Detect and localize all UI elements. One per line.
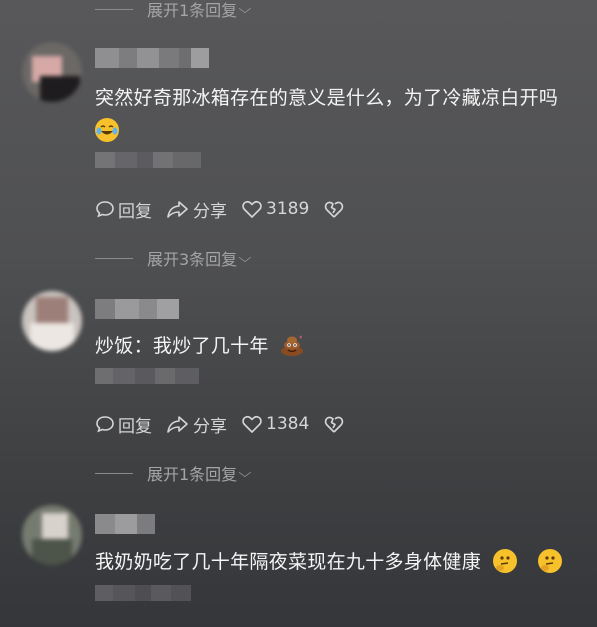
chevron-down-icon: ⌵ (238, 1, 252, 17)
heart-icon (242, 416, 262, 433)
heart-icon (242, 201, 262, 218)
chevron-down-icon: ⌵ (238, 465, 252, 481)
reply-label: 回复 (118, 201, 152, 222)
comment-text: 突然好奇那冰箱存在的意义是什么，为了冷藏凉白开吗 (95, 87, 559, 109)
comment-text: 我奶奶吃了几十年隔夜菜现在九十多身体健康 (95, 549, 562, 574)
username-blurred[interactable] (95, 48, 209, 68)
broken-heart-icon (325, 201, 344, 218)
expand-replies-button[interactable]: 展开1条回复 ⌵ (95, 462, 252, 484)
reply-button[interactable]: 回复 (95, 412, 152, 437)
expand-replies-top[interactable]: 展开1条回复 ⌵ (95, 0, 252, 20)
like-count: 3189 (266, 199, 310, 219)
expand-replies-label: 展开1条回复 (147, 1, 238, 20)
divider-line (95, 257, 133, 259)
divider-line (95, 472, 133, 474)
divider-line (95, 8, 133, 10)
share-label: 分享 (193, 416, 227, 437)
dislike-button[interactable] (323, 414, 348, 434)
dislike-button[interactable] (323, 199, 348, 219)
comment-emoji-line (95, 118, 119, 143)
timestamp-blurred (95, 368, 199, 384)
reply-button[interactable]: 回复 (95, 197, 152, 222)
reply-icon (96, 416, 114, 433)
reply-label: 回复 (118, 416, 152, 437)
username-blurred[interactable] (95, 299, 179, 319)
share-button[interactable]: 分享 (166, 412, 227, 437)
like-button[interactable]: 1384 (241, 414, 309, 434)
expand-replies-label: 展开3条回复 (147, 250, 238, 269)
chevron-down-icon: ⌵ (238, 250, 252, 266)
share-icon (167, 416, 188, 433)
broken-heart-icon (325, 416, 344, 433)
share-button[interactable]: 分享 (166, 197, 227, 222)
crying-laughing-emoji-icon (95, 118, 119, 142)
avatar[interactable] (22, 42, 82, 102)
thinking-face-icon (537, 549, 562, 573)
comment-actions: 回复 分享 3189 (95, 196, 362, 222)
expand-replies-label: 展开1条回复 (147, 465, 238, 484)
avatar[interactable] (22, 291, 82, 351)
thinking-face-icon (493, 549, 518, 573)
expand-replies-button[interactable]: 展开3条回复 ⌵ (95, 247, 252, 269)
reply-icon (96, 201, 114, 218)
like-count: 1384 (266, 414, 310, 434)
comment-actions: 回复 分享 1384 (95, 411, 362, 437)
share-label: 分享 (193, 201, 227, 222)
poop-emoji-icon (279, 333, 304, 357)
comment-text: 炒饭：我炒了几十年 (95, 333, 304, 358)
avatar[interactable] (22, 505, 82, 565)
like-button[interactable]: 3189 (241, 199, 309, 219)
share-icon (167, 201, 188, 218)
username-blurred[interactable] (95, 514, 155, 534)
timestamp-blurred (95, 152, 201, 168)
timestamp-blurred (95, 585, 191, 601)
